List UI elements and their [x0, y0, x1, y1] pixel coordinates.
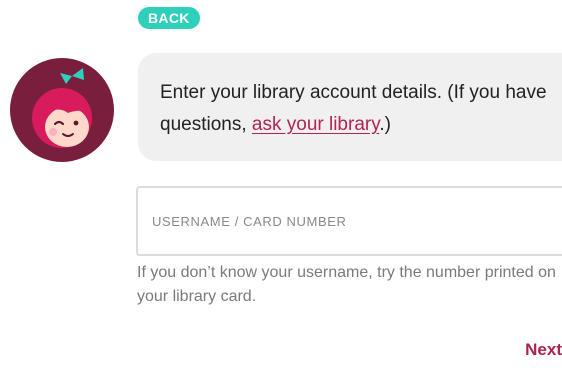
ask-your-library-link[interactable]: ask your library [252, 114, 379, 135]
instruction-bubble: Enter your library account details. (If … [138, 53, 562, 161]
libby-avatar-icon [10, 58, 114, 162]
username-input[interactable] [136, 186, 562, 256]
instruction-text-end: .) [379, 114, 391, 135]
username-help-text: If you don’t know your username, try the… [137, 264, 556, 305]
next-button[interactable]: Next [525, 340, 562, 360]
back-button[interactable]: BACK [138, 7, 200, 29]
library-signin-screen: BACK Enter your library account details.… [0, 0, 562, 371]
